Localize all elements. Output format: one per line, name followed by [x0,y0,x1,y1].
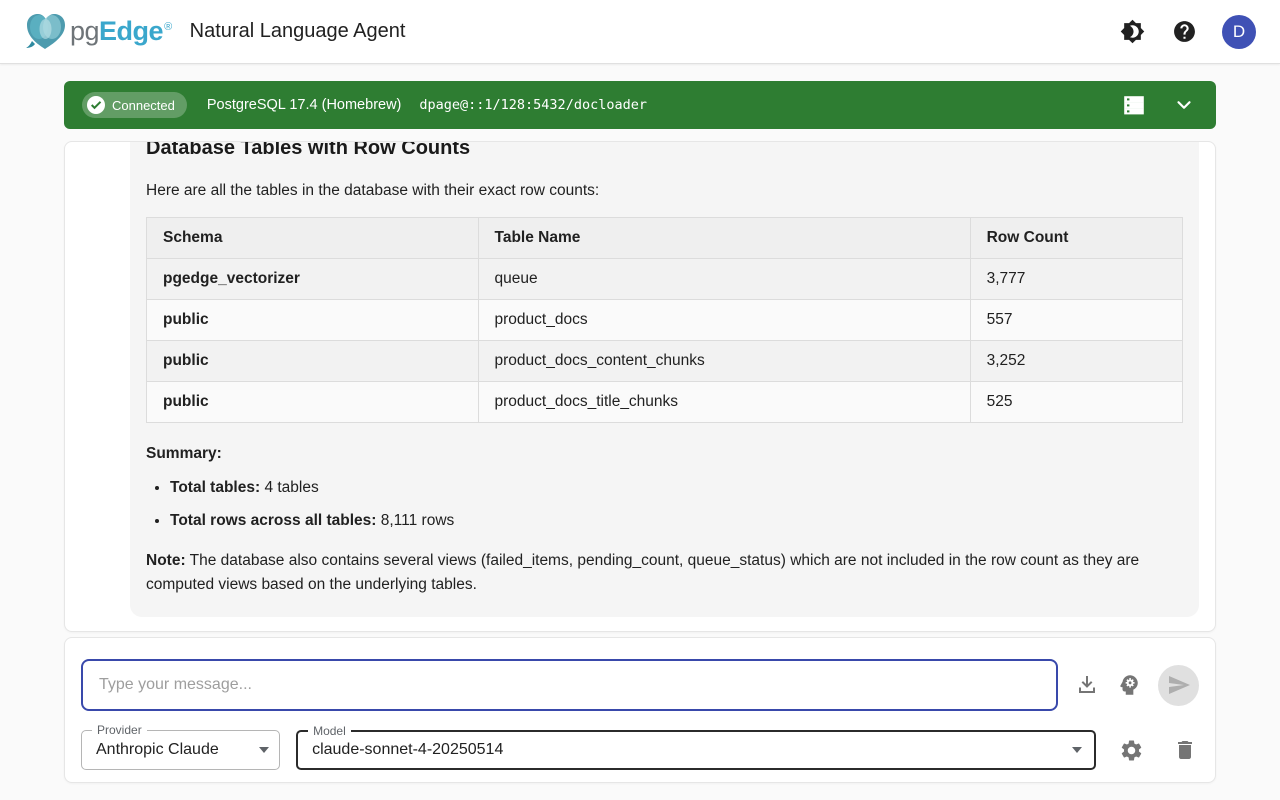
col-header-row-count: Row Count [970,218,1182,259]
db-tables-table: Schema Table Name Row Count pgedge_vecto… [146,217,1183,423]
page-title: Natural Language Agent [190,20,406,43]
connection-status-bar: Connected PostgreSQL 17.4 (Homebrew) dpa… [64,81,1216,129]
send-icon [1167,673,1191,697]
provider-value: Anthropic Claude [96,741,251,759]
model-value: claude-sonnet-4-20250514 [312,741,1064,759]
table-cell: 525 [970,382,1182,423]
message-note: Note: The database also contains several… [146,549,1183,597]
provider-label: Provider [92,723,147,737]
table-cell: 3,777 [970,259,1182,300]
table-row: publicproduct_docs_content_chunks3,252 [147,341,1183,382]
col-header-table-name: Table Name [478,218,970,259]
summary-heading: Summary: [146,445,1183,463]
help-button[interactable] [1170,18,1198,46]
table-cell: 3,252 [970,341,1182,382]
message-intro: Here are all the tables in the database … [146,180,1183,201]
list-item: Total rows across all tables: 8,111 rows [170,510,1183,531]
download-chat-button[interactable] [1070,669,1103,702]
model-select[interactable]: Model claude-sonnet-4-20250514 [296,730,1096,770]
send-button[interactable] [1158,665,1199,706]
message-heading: Database Tables with Row Counts [146,141,1183,161]
table-row: pgedge_vectorizerqueue3,777 [147,259,1183,300]
dropdown-arrow-icon [1072,747,1082,753]
thinking-mode-button[interactable] [1112,669,1145,702]
settings-button[interactable] [1117,736,1145,764]
dropdown-arrow-icon [259,747,269,753]
download-icon [1075,673,1099,697]
table-cell: product_docs_title_chunks [478,382,970,423]
table-cell: public [147,341,479,382]
connected-badge: Connected [82,92,187,118]
connection-list-button[interactable] [1120,91,1148,119]
clear-chat-button[interactable] [1171,736,1199,764]
message-input[interactable] [81,659,1058,711]
table-cell: 557 [970,300,1182,341]
app-header: pgEdge® Natural Language Agent D [0,0,1280,64]
connection-dsn-label: dpage@::1/128:5432/docloader [419,97,647,113]
pgedge-logo: pgEdge® [24,11,172,53]
table-header-row: Schema Table Name Row Count [147,218,1183,259]
table-cell: product_docs [478,300,970,341]
table-row: publicproduct_docs_title_chunks525 [147,382,1183,423]
gear-icon [1119,738,1144,763]
model-label: Model [308,724,351,738]
col-header-schema: Schema [147,218,479,259]
table-cell: queue [478,259,970,300]
chevron-down-icon [1173,94,1195,116]
summary-list: Total tables: 4 tables Total rows across… [170,477,1183,531]
table-cell: public [147,300,479,341]
psychology-icon [1116,672,1142,698]
brightness-moon-icon [1120,19,1145,44]
pgedge-logo-mark [24,11,68,53]
check-circle-icon [87,96,105,114]
provider-select[interactable]: Provider Anthropic Claude [81,730,280,770]
table-cell: product_docs_content_chunks [478,341,970,382]
table-cell: public [147,382,479,423]
list-item: Total tables: 4 tables [170,477,1183,498]
connection-expand-button[interactable] [1170,91,1198,119]
user-avatar[interactable]: D [1222,15,1256,49]
connection-status-label: Connected [112,98,175,113]
help-question-icon [1172,19,1197,44]
pgedge-logo-text: pgEdge® [70,16,172,47]
server-list-icon [1122,93,1146,117]
assistant-message: Database Tables with Row Counts Here are… [130,141,1199,617]
chat-history-panel[interactable]: Database Tables with Row Counts Here are… [64,141,1216,632]
dark-mode-toggle-button[interactable] [1118,18,1146,46]
composer-panel: Provider Anthropic Claude Model claude-s… [64,637,1216,783]
trash-icon [1173,738,1197,762]
table-row: publicproduct_docs557 [147,300,1183,341]
table-cell: pgedge_vectorizer [147,259,479,300]
server-version-label: PostgreSQL 17.4 (Homebrew) [207,97,402,113]
